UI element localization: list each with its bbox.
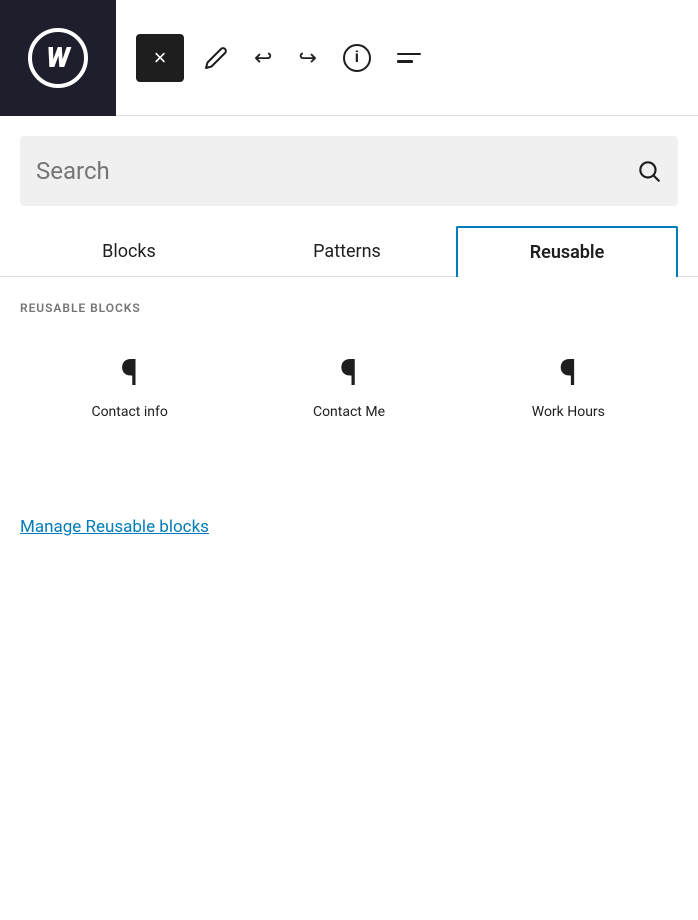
edit-button[interactable] [198,40,234,76]
section-header: REUSABLE BLOCKS [20,301,678,315]
wp-logo: W [0,0,116,116]
manage-reusable-blocks-link[interactable]: Manage Reusable blocks [20,517,209,537]
info-icon: i [343,44,371,72]
menu-button[interactable] [391,47,427,69]
search-icon [636,158,662,184]
redo-button[interactable]: ↪ [292,39,322,77]
wp-logo-letter: W [46,44,70,72]
menu-line-1 [397,53,421,56]
block-item-work-hours[interactable]: ¶ Work Hours [459,331,678,437]
pencil-icon [204,46,228,70]
tabs: Blocks Patterns Reusable [0,226,698,277]
tab-patterns[interactable]: Patterns [238,226,456,276]
undo-icon: ↩ [254,45,272,71]
block-label-contact-me: Contact Me [313,403,385,421]
toolbar: W × ↩ ↪ i [0,0,698,116]
search-button[interactable] [636,158,662,184]
redo-icon: ↪ [298,45,316,71]
search-container [20,136,678,206]
close-button[interactable]: × [136,34,184,82]
paragraph-icon-contact-me: ¶ [340,355,358,391]
search-input[interactable] [36,157,636,185]
blocks-grid: ¶ Contact info ¶ Contact Me ¶ Work Hours [20,331,678,437]
close-icon: × [154,47,167,69]
toolbar-actions: × ↩ ↪ i [116,34,698,82]
menu-line-2 [397,60,413,63]
wp-logo-circle: W [28,28,88,88]
tab-blocks[interactable]: Blocks [20,226,238,276]
paragraph-icon-contact-info: ¶ [121,355,139,391]
tab-reusable[interactable]: Reusable [456,226,678,277]
undo-button[interactable]: ↩ [248,39,278,77]
manage-link-container: Manage Reusable blocks [20,517,678,537]
main-content: Blocks Patterns Reusable REUSABLE BLOCKS… [0,116,698,537]
menu-icon [397,53,421,63]
block-item-contact-info[interactable]: ¶ Contact info [20,331,239,437]
block-item-contact-me[interactable]: ¶ Contact Me [239,331,458,437]
block-label-contact-info: Contact info [91,403,167,421]
info-button[interactable]: i [337,38,377,78]
block-label-work-hours: Work Hours [532,403,605,421]
paragraph-icon-work-hours: ¶ [560,355,578,391]
